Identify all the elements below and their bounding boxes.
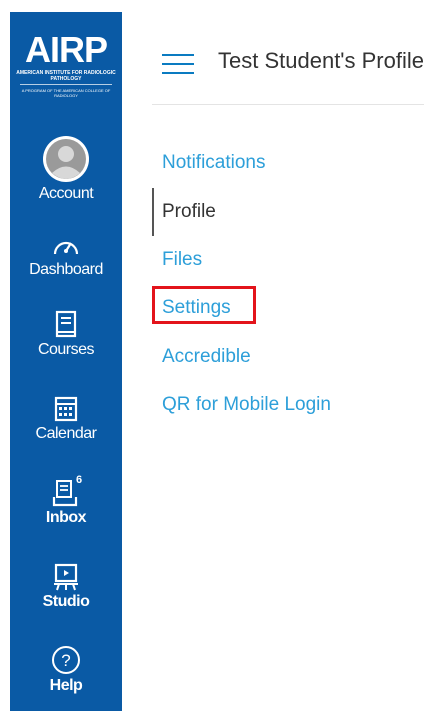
nav-dashboard-label: Dashboard bbox=[29, 261, 103, 278]
nav-studio[interactable]: Studio bbox=[10, 562, 122, 612]
subnav-accredible[interactable]: Accredible bbox=[162, 346, 251, 368]
active-item-indicator bbox=[152, 188, 154, 236]
global-nav-sidebar: AIRP AMERICAN INSTITUTE FOR RADIOLOGIC P… bbox=[10, 12, 122, 711]
page-header: Test Student's Profile bbox=[152, 12, 424, 104]
page-title: Test Student's Profile bbox=[218, 48, 424, 73]
subnav-files[interactable]: Files bbox=[162, 249, 202, 271]
logo-subtitle-secondary: A PROGRAM OF THE AMERICAN COLLEGE OF RAD… bbox=[21, 88, 111, 98]
hamburger-line bbox=[162, 54, 194, 56]
nav-account-label: Account bbox=[38, 185, 94, 202]
nav-help-label: Help bbox=[49, 677, 83, 694]
nav-inbox[interactable]: 6 Inbox bbox=[10, 474, 122, 528]
logo-divider bbox=[20, 84, 112, 85]
hamburger-menu-button[interactable] bbox=[162, 54, 194, 74]
nav-courses[interactable]: Courses bbox=[10, 310, 122, 360]
nav-calendar-label: Calendar bbox=[35, 425, 97, 442]
nav-account[interactable]: Account bbox=[10, 134, 122, 204]
nav-inbox-label: Inbox bbox=[45, 509, 87, 526]
hamburger-line bbox=[162, 72, 194, 74]
nav-dashboard[interactable]: Dashboard bbox=[10, 234, 122, 280]
studio-icon bbox=[54, 563, 78, 591]
header-divider bbox=[152, 104, 424, 105]
subnav-notifications[interactable]: Notifications bbox=[162, 152, 266, 174]
courses-icon bbox=[55, 310, 77, 338]
inbox-badge-count: 6 bbox=[76, 474, 83, 486]
avatar-icon bbox=[43, 136, 89, 182]
nav-help[interactable]: ? Help bbox=[10, 644, 122, 696]
subnav-qr-mobile-login[interactable]: QR for Mobile Login bbox=[162, 394, 331, 416]
hamburger-line bbox=[162, 63, 194, 65]
nav-studio-label: Studio bbox=[42, 593, 90, 610]
nav-courses-label: Courses bbox=[37, 341, 95, 358]
help-icon: ? bbox=[52, 646, 80, 674]
subnav-profile[interactable]: Profile bbox=[162, 201, 216, 223]
settings-highlight-box bbox=[152, 286, 256, 324]
logo-subtitle: AMERICAN INSTITUTE FOR RADIOLOGIC PATHOL… bbox=[16, 70, 116, 82]
calendar-icon bbox=[54, 396, 78, 422]
airp-logo[interactable]: AIRP AMERICAN INSTITUTE FOR RADIOLOGIC P… bbox=[10, 12, 122, 112]
svg-text:?: ? bbox=[61, 651, 70, 670]
logo-text: AIRP bbox=[24, 29, 108, 70]
dashboard-icon bbox=[53, 241, 79, 255]
nav-calendar[interactable]: Calendar bbox=[10, 394, 122, 444]
